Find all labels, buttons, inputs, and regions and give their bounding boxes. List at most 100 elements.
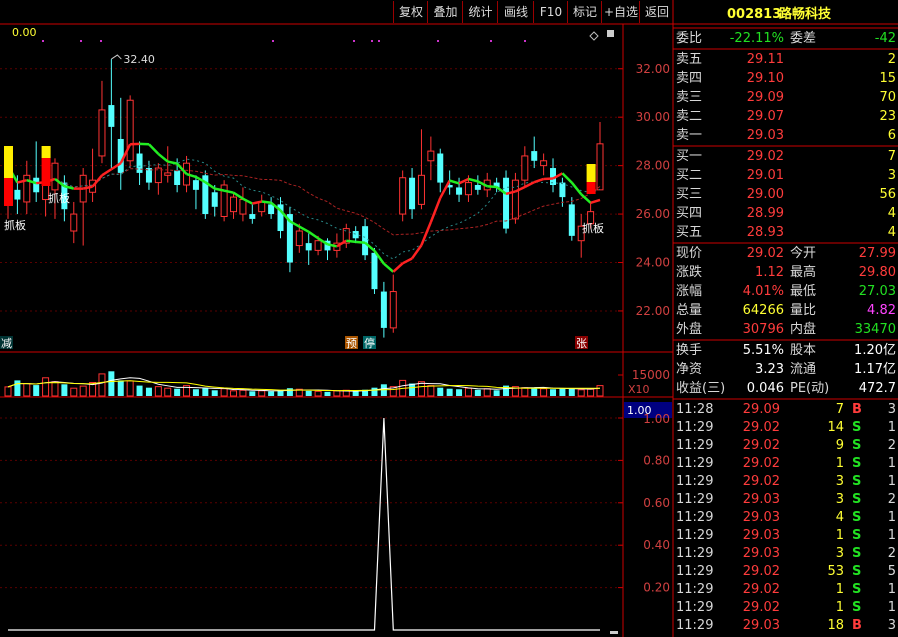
toolbar-button-3[interactable]: 统计 xyxy=(462,1,498,23)
candle-body[interactable] xyxy=(117,138,124,173)
trend-line-segment xyxy=(429,197,442,223)
volume-bar xyxy=(117,380,124,396)
volume-bar xyxy=(126,380,134,397)
candle-body[interactable] xyxy=(258,201,266,213)
volume-bar xyxy=(531,388,538,396)
toolbar-button-6[interactable]: 标记 xyxy=(567,1,602,23)
candle-body[interactable] xyxy=(596,143,604,191)
volume-bar xyxy=(550,389,557,396)
candle-body[interactable] xyxy=(456,187,463,195)
trend-line-segment xyxy=(411,244,423,260)
candle-body[interactable] xyxy=(230,196,238,213)
volume-bar xyxy=(61,384,68,396)
tick-price: 29.02 xyxy=(742,582,780,597)
candle-body[interactable] xyxy=(559,182,566,198)
tick-count: 2 xyxy=(887,438,896,453)
candle-body[interactable] xyxy=(389,291,397,329)
toolbar-button-2[interactable]: 叠加 xyxy=(427,1,463,23)
candle-body[interactable] xyxy=(136,153,143,173)
candle-body[interactable] xyxy=(239,199,247,215)
candle-body[interactable] xyxy=(399,177,407,215)
toolbar-button-1[interactable]: 复权 xyxy=(393,1,428,23)
ask-label: 卖五 xyxy=(676,52,703,67)
volume-bar xyxy=(220,388,228,397)
indicator-scroll-handle[interactable] xyxy=(610,631,618,634)
tick-time: 11:29 xyxy=(676,528,714,543)
candle-body[interactable] xyxy=(164,172,172,176)
volume-bar xyxy=(324,391,331,396)
stat-label: PE(动) xyxy=(790,381,830,396)
indicator-axis-label: 0.60 xyxy=(643,496,670,510)
signal-dot xyxy=(371,40,373,42)
candle-body[interactable] xyxy=(380,291,387,328)
ask-price: 29.07 xyxy=(746,109,784,124)
tick-side: S xyxy=(852,564,862,579)
tick-count: 1 xyxy=(887,582,896,597)
ask-price: 29.11 xyxy=(746,52,784,67)
candle-body[interactable] xyxy=(409,177,416,210)
volume-bar xyxy=(493,390,500,396)
candle-body[interactable] xyxy=(362,226,369,256)
ma-mid-line xyxy=(7,158,601,260)
price-axis-label: 22.00 xyxy=(636,304,670,318)
candle-body[interactable] xyxy=(174,170,181,185)
signal-bar-red xyxy=(4,178,13,206)
bid-price: 28.93 xyxy=(746,225,784,240)
candle-body[interactable] xyxy=(98,109,106,157)
tick-volume: 1 xyxy=(835,600,844,615)
candle-body[interactable] xyxy=(568,204,575,236)
toolbar-button-4[interactable]: 画线 xyxy=(497,1,534,23)
volume-bar xyxy=(174,388,181,396)
price-axis-label: 26.00 xyxy=(636,207,670,221)
scroll-handle[interactable] xyxy=(607,30,614,37)
volume-bar xyxy=(164,387,172,397)
volume-axis-label: 15000 xyxy=(632,368,670,382)
bid-label: 买一 xyxy=(676,149,703,164)
candle-body[interactable] xyxy=(521,155,529,181)
tick-volume: 1 xyxy=(835,582,844,597)
candle-body[interactable] xyxy=(249,214,256,219)
candle-body[interactable] xyxy=(23,174,31,203)
candle-body[interactable] xyxy=(352,231,359,239)
candle-body[interactable] xyxy=(305,243,312,251)
candle-body[interactable] xyxy=(70,213,78,232)
stat-value: 4.82 xyxy=(867,303,896,318)
stat-value: 1.20亿 xyxy=(854,343,896,358)
candle-body[interactable] xyxy=(211,192,218,207)
candle-body[interactable] xyxy=(427,150,435,162)
candle-body[interactable] xyxy=(474,185,481,190)
candle-body[interactable] xyxy=(295,230,303,247)
candle-body[interactable] xyxy=(51,162,59,191)
bid-volume: 56 xyxy=(879,187,896,202)
candle-body[interactable] xyxy=(192,180,199,190)
candle-body[interactable] xyxy=(126,99,134,162)
stock-name: 路畅科技 xyxy=(779,7,832,22)
volume-bar xyxy=(521,387,529,397)
volume-bar xyxy=(145,387,152,396)
volume-bar xyxy=(42,377,50,397)
tick-side: B xyxy=(852,618,862,633)
candle-body[interactable] xyxy=(437,153,444,183)
candle-body[interactable] xyxy=(540,160,548,167)
volume-bar xyxy=(437,387,444,396)
volume-bar xyxy=(540,388,548,397)
trend-line-segment xyxy=(468,177,479,183)
toolbar-button-5[interactable]: F10 xyxy=(533,1,568,23)
toolbar-button-8[interactable]: 返回 xyxy=(639,1,674,23)
stat-label: 量比 xyxy=(790,303,817,318)
candle-body[interactable] xyxy=(464,182,472,196)
bid-price: 28.99 xyxy=(746,206,784,221)
signal-yu: 预 xyxy=(346,337,357,350)
candle-body[interactable] xyxy=(371,252,378,290)
candle-body[interactable] xyxy=(314,240,322,251)
candle-body[interactable] xyxy=(108,105,115,127)
stat-value: 1.17亿 xyxy=(854,362,896,377)
signal-jian: 减 xyxy=(1,337,12,350)
candle-body[interactable] xyxy=(417,174,425,205)
toolbar-button-7[interactable]: +自选 xyxy=(601,1,640,23)
candle-body[interactable] xyxy=(531,151,538,161)
signal-dot xyxy=(437,40,439,42)
candle-body[interactable] xyxy=(33,177,40,193)
candle-body[interactable] xyxy=(14,189,21,200)
diamond-icon[interactable] xyxy=(589,31,599,41)
